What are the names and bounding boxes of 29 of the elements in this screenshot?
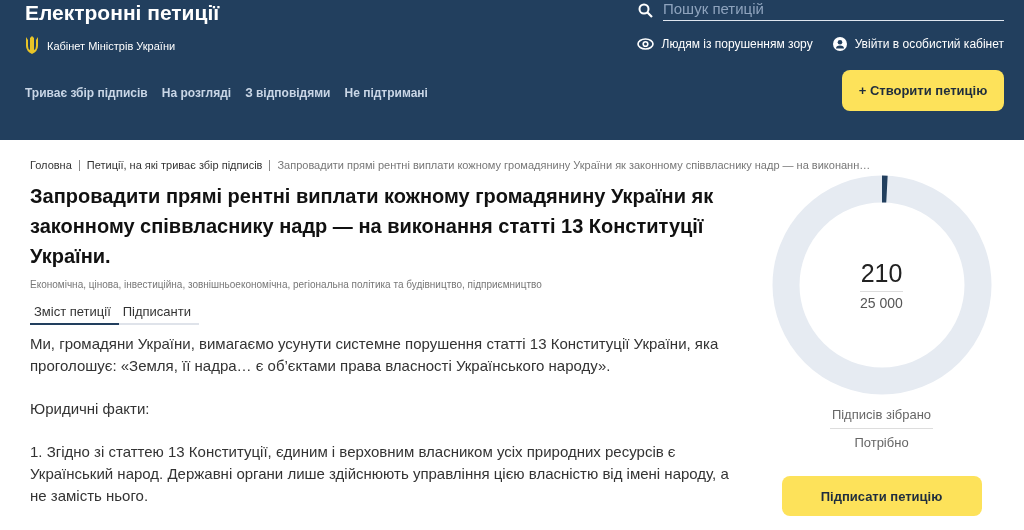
search-icon [638,3,653,18]
breadcrumb-link[interactable]: Головна [30,159,72,171]
signature-goal: 25 000 [860,291,903,311]
header-link[interactable]: Людям із порушенням зору [636,37,813,51]
nav-link[interactable]: Не підтримані [344,86,428,100]
trident-icon [25,36,39,56]
breadcrumb-link[interactable]: Запровадити прямі рентні виплати кожному громадянину України як законному співвласнику надр — на виконанн… [277,159,871,171]
header-link[interactable]: Увійти в особистий кабінет [832,37,1004,51]
petition-title: Запровадити прямі рентні виплати кожному громадянину України як законному співвласнику надр — на виконання статті 13 Конституції України. [30,184,715,269]
petition-text: Ми, громадяни України, вимагаємо усунути системне порушення статті 13 Конституції України, яка проголошує: «Земля, її надра… є об’єктами права власності Українського народу». [30,334,720,376]
search-field[interactable]: Пошук петицій [663,0,1004,21]
nav-link[interactable]: З відповідями [245,86,331,100]
needed-label: Потрібно [853,434,910,452]
breadcrumb-link[interactable]: Петиції, на які триває збір підписів [86,159,263,171]
create-petition-button[interactable]: + Створити петицію [842,70,1004,111]
user-icon [832,37,847,51]
petition-text: 1. Згідно зі статтею 13 Конституції, єдиним і верховним власником усіх природних ресурсів є Український народ. Державні органи лише здійснюють управління цією власністю від імені народу, а не замість нього. [30,442,730,506]
nav-link[interactable]: Триває збір підписів [25,86,148,100]
tab[interactable]: Зміст петиції [30,304,119,325]
org-name: Кабінет Міністрів України [47,40,176,52]
petition-tags: Економічна, цінова, інвестиційна, зовнішньоекономічна, регіональна політика та будівництво, підприємництво [30,279,765,290]
signature-count: 210 [860,259,903,288]
nav-link[interactable]: На розгляді [161,86,232,100]
sign-petition-button[interactable]: Підписати петицію [781,476,982,516]
tab[interactable]: Підписанти [118,304,199,325]
petition-text: Юридичні факти: [30,399,151,419]
site-title: Електронні петиції [25,1,221,25]
collected-label: Підписів зібрано [829,401,934,429]
eye-icon [636,38,654,50]
